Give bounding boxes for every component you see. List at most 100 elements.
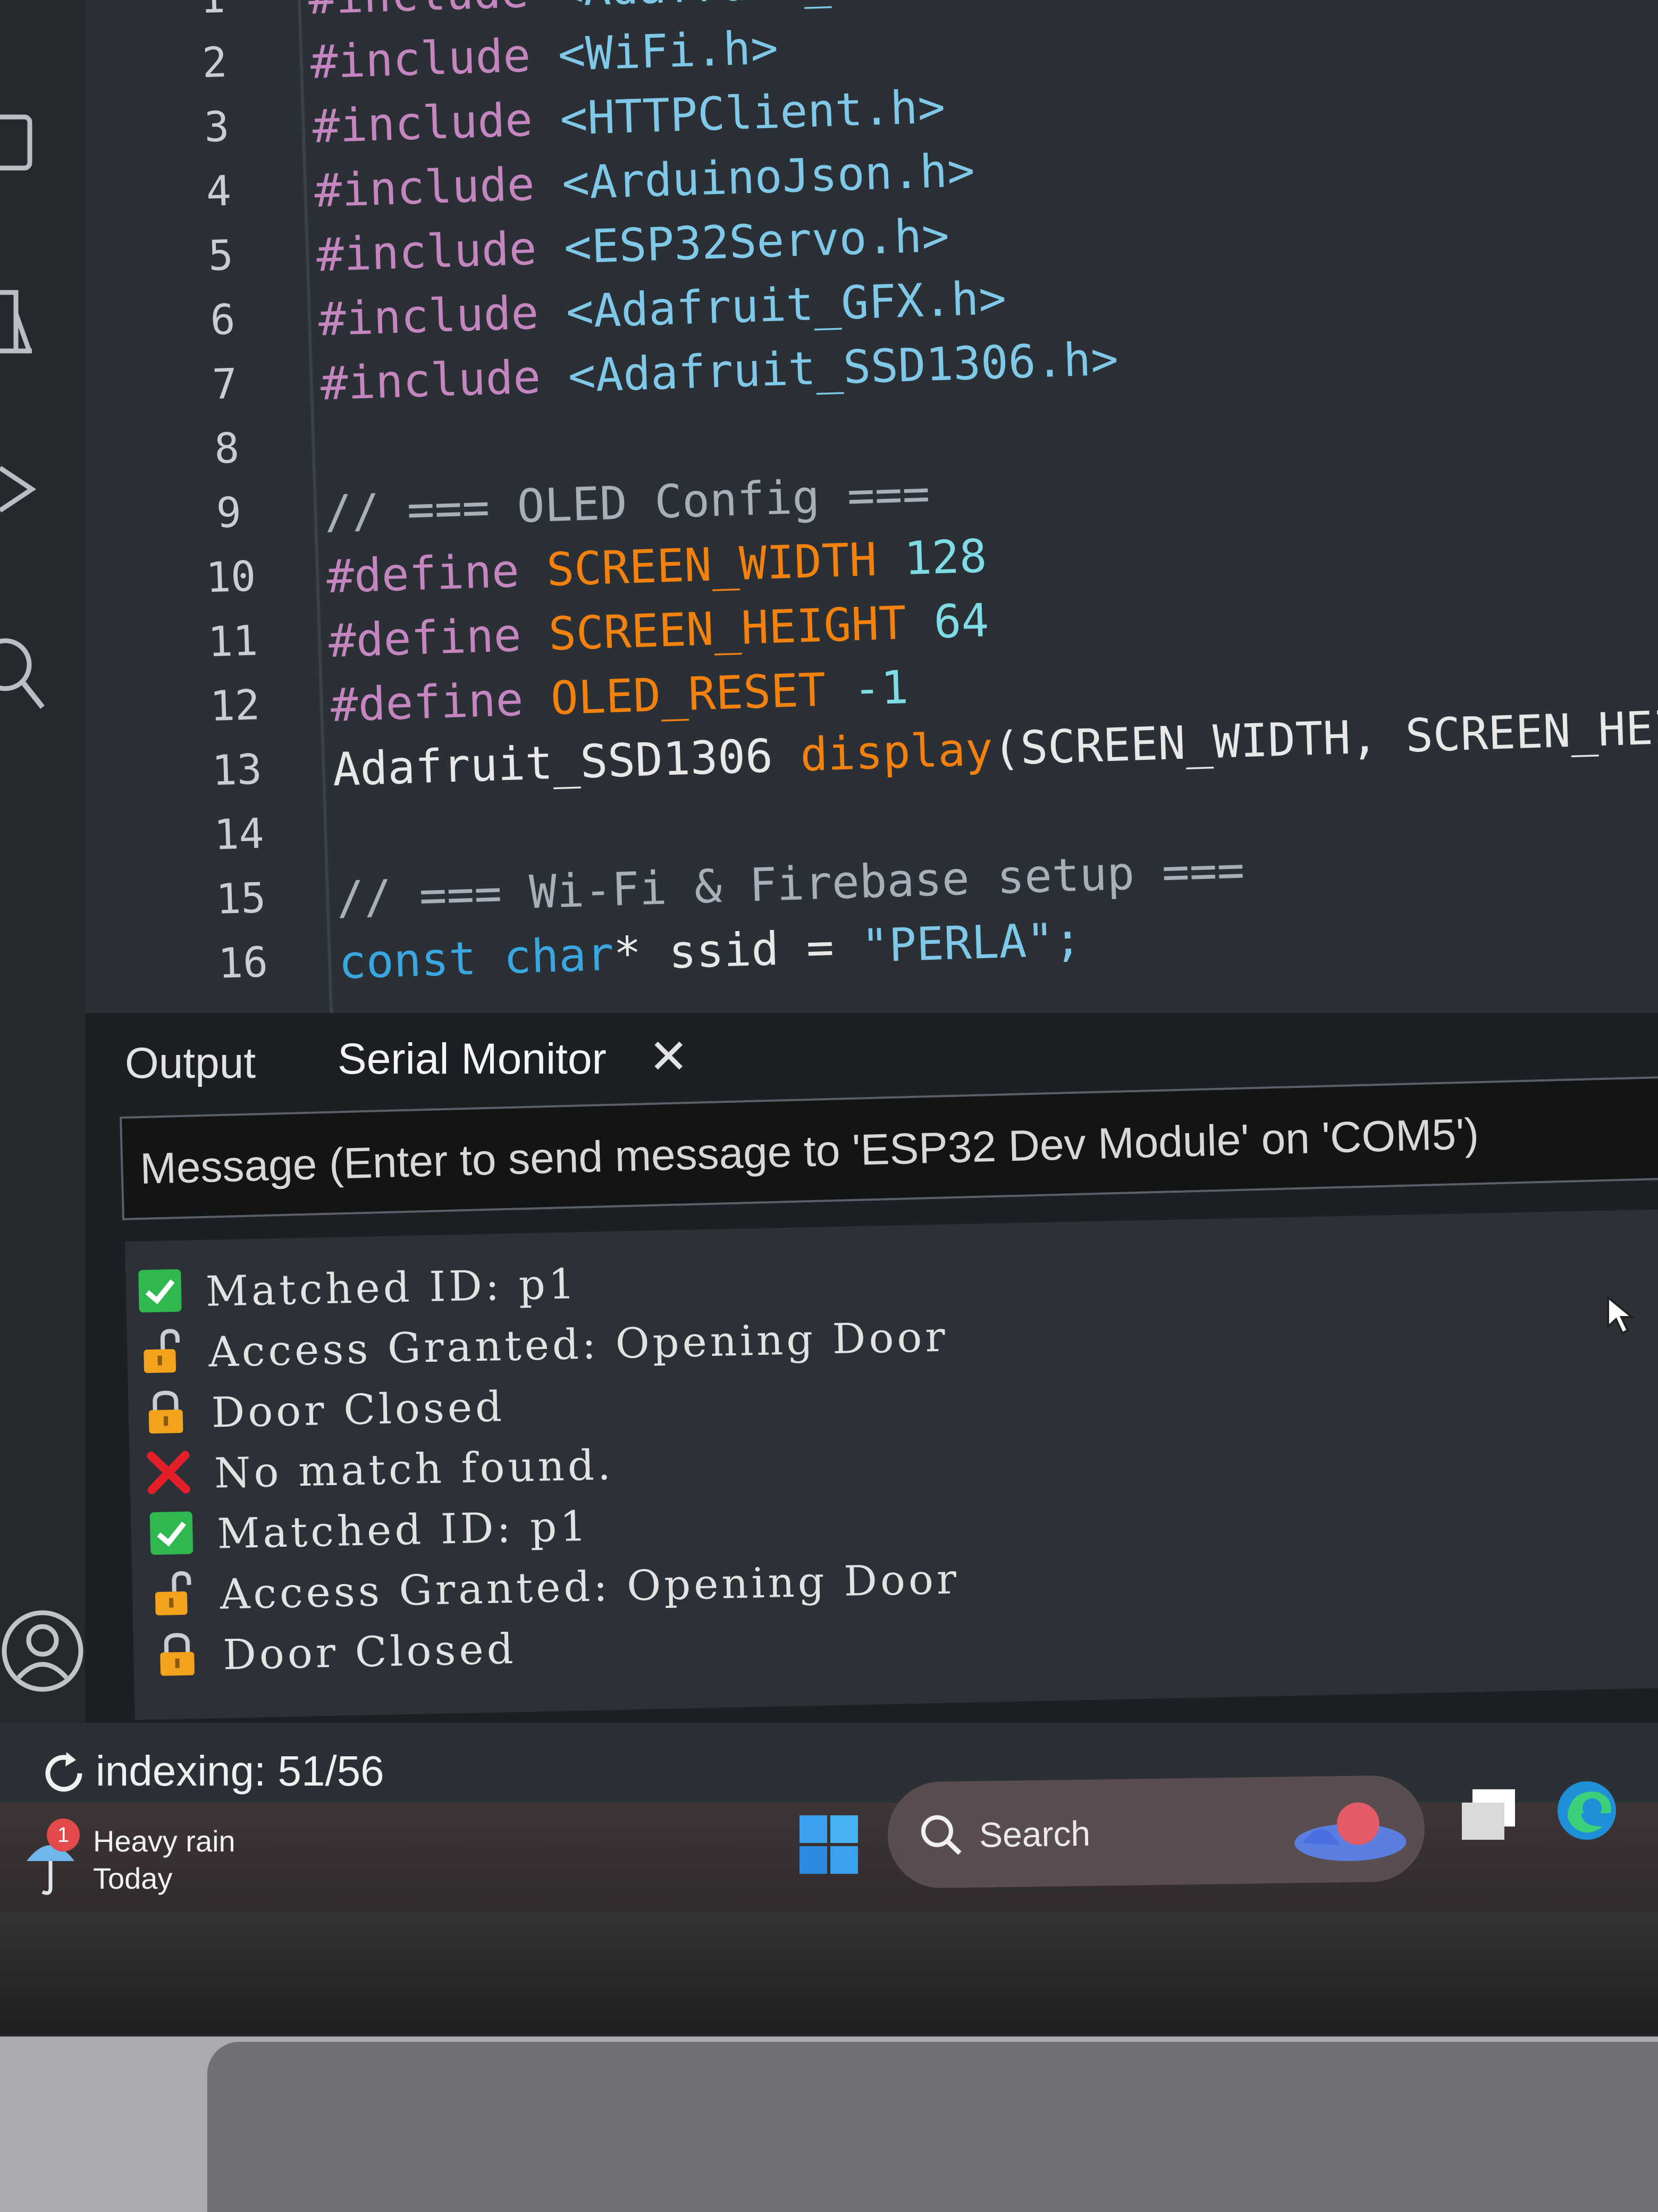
code-line[interactable]: 10 #define SCREEN_WIDTH 128: [103, 530, 988, 621]
code-line[interactable]: 16 const char* ssid = "PERLA";: [115, 913, 1082, 1007]
code-line[interactable]: 7 #include <Adafruit_SSD1306.h>: [97, 332, 1119, 429]
code-token: #include: [315, 222, 537, 282]
serial-log-text: Access Granted: Opening Door: [208, 1313, 949, 1377]
explorer-icon[interactable]: [0, 106, 48, 181]
boards-manager-icon[interactable]: [0, 276, 48, 362]
code-token: Adafruit_SSD1306: [332, 728, 802, 797]
check-mark-icon: [136, 1267, 184, 1315]
search-highlight-icon: [1294, 1802, 1407, 1861]
code-text: #include <Adafruit_SSD1306.h>: [319, 332, 1119, 410]
code-line[interactable]: 14: [111, 810, 265, 878]
code-line[interactable]: 13 Adafruit_SSD1306 display(SCREEN_WIDTH,…: [108, 700, 1658, 814]
code-token: <ESP32Servo.h>: [535, 209, 950, 275]
code-token: #include: [312, 93, 534, 154]
code-line[interactable]: 15 // === Wi-Fi & Firebase setup ===: [113, 843, 1245, 943]
code-line[interactable]: 2 #include <WiFi.h>: [87, 21, 779, 107]
serial-log-text: Matched ID: p1: [205, 1260, 579, 1316]
code-token: #define: [327, 608, 522, 668]
windows-start-icon[interactable]: [797, 1813, 861, 1877]
laptop-deck-shadow: [207, 2042, 1658, 2212]
unlocked-icon: [139, 1328, 187, 1376]
code-text: #include <Adafruit_GFX.h>: [318, 272, 1007, 347]
line-number: 1: [148, 0, 277, 24]
code-token: (SCREEN_WIDTH, SCREEN_HEIG: [992, 700, 1658, 776]
task-view-icon[interactable]: [1457, 1784, 1520, 1848]
locked-icon: [142, 1388, 190, 1436]
code-text: #include <Adafruit_: [308, 0, 832, 25]
line-number: 7: [211, 360, 238, 409]
code-text: #define SCREEN_HEIGHT 64: [328, 594, 990, 668]
serial-log-text: Access Granted: Opening Door: [220, 1555, 961, 1619]
taskbar-search-box[interactable]: [887, 1774, 1426, 1889]
code-token: SCREEN_WIDTH: [518, 533, 878, 598]
code-token: * ssid =: [613, 920, 862, 981]
code-token: OLED_RESET: [522, 663, 827, 726]
search-icon[interactable]: [0, 633, 53, 718]
serial-log-line: No match found.: [134, 1442, 615, 1506]
serial-log-text: Matched ID: p1: [216, 1502, 590, 1559]
weather-subtitle[interactable]: Today: [93, 1861, 172, 1896]
cross-mark-icon: [145, 1448, 192, 1496]
code-line[interactable]: 1 #include <Adafruit_: [85, 0, 832, 43]
code-text: #define OLED_RESET -1: [330, 661, 909, 732]
line-number: 15: [215, 874, 267, 924]
line-number: 8: [213, 424, 240, 473]
taskbar-search-input[interactable]: [978, 1800, 1300, 1865]
code-token: #include: [319, 350, 542, 411]
serial-monitor-output: Matched ID: p1 Access Granted: Opening Do…: [125, 1209, 1658, 1720]
code-token: display: [799, 723, 994, 782]
line-number: 16: [217, 939, 269, 988]
line-number: 13: [211, 745, 263, 795]
serial-log-line: Matched ID: p1: [125, 1260, 578, 1324]
serial-log-line: Matched ID: p1: [137, 1503, 590, 1566]
serial-log-line: Access Granted: Opening Door: [128, 1313, 949, 1385]
message-input[interactable]: [138, 1100, 1630, 1200]
laptop-hinge: [0, 1912, 1658, 2034]
check-mark-icon: [148, 1509, 196, 1557]
code-token: 64: [905, 594, 990, 650]
code-token: SCREEN_HEIGHT: [520, 597, 907, 662]
code-line[interactable]: 4 #include <ArduinoJson.h>: [90, 144, 976, 236]
code-token: <HTTPClient.h>: [532, 80, 946, 147]
line-number: 12: [209, 681, 261, 731]
bottom-panel: Output Serial Monitor ✕ Matched ID: p1Ac…: [85, 1013, 1658, 1747]
code-token: char: [475, 927, 615, 985]
serial-log-text: No match found.: [214, 1441, 615, 1498]
code-token: #include: [309, 29, 532, 89]
close-tab-icon[interactable]: ✕: [649, 1029, 688, 1085]
code-editor[interactable]: 1 #include <Adafruit_ 2 #include <WiFi.h> 3 #…: [85, 0, 1658, 1013]
code-line[interactable]: 3 #include <HTTPClient.h>: [88, 80, 946, 171]
debug-icon[interactable]: [0, 457, 48, 521]
code-line[interactable]: 6 #include <Adafruit_GFX.h>: [95, 272, 1007, 364]
code-token: <ArduinoJson.h>: [533, 144, 976, 211]
line-number: 4: [205, 167, 232, 216]
account-icon[interactable]: [0, 1606, 90, 1696]
line-number: 6: [209, 296, 236, 345]
search-icon: [921, 1815, 962, 1855]
code-token: // === OLED Config ===: [323, 467, 931, 540]
edge-browser-icon[interactable]: [1552, 1776, 1621, 1845]
code-token: #include: [308, 0, 529, 25]
code-token: <Adafruit_GFX.h>: [537, 271, 1007, 340]
code-line[interactable]: 12 #define OLED_RESET -1: [107, 661, 909, 750]
code-text: #include <WiFi.h>: [309, 21, 779, 89]
code-token: -1: [824, 661, 910, 717]
sync-icon: [45, 1752, 82, 1792]
tab-serial-monitor[interactable]: Serial Monitor: [338, 1034, 607, 1084]
code-token: 128: [876, 530, 988, 586]
locked-icon: [153, 1630, 201, 1678]
code-token: const: [338, 932, 477, 990]
weather-title[interactable]: Heavy rain: [93, 1824, 235, 1858]
tab-output[interactable]: Output: [125, 1038, 256, 1088]
indexing-status: indexing: 51/56: [96, 1747, 384, 1795]
code-token: "PERLA";: [860, 913, 1082, 973]
line-number: 14: [213, 810, 265, 860]
code-line[interactable]: 11 #define SCREEN_HEIGHT 64: [105, 594, 990, 685]
line-number: 5: [207, 231, 234, 280]
code-token: // === Wi-Fi & Firebase setup ===: [335, 843, 1245, 925]
code-token: #include: [313, 157, 536, 218]
code-line[interactable]: 5 #include <ESP32Servo.h>: [92, 209, 950, 300]
line-number: 11: [207, 617, 259, 667]
code-line[interactable]: 9 // === OLED Config ===: [100, 467, 931, 557]
code-line[interactable]: 8: [98, 424, 240, 493]
